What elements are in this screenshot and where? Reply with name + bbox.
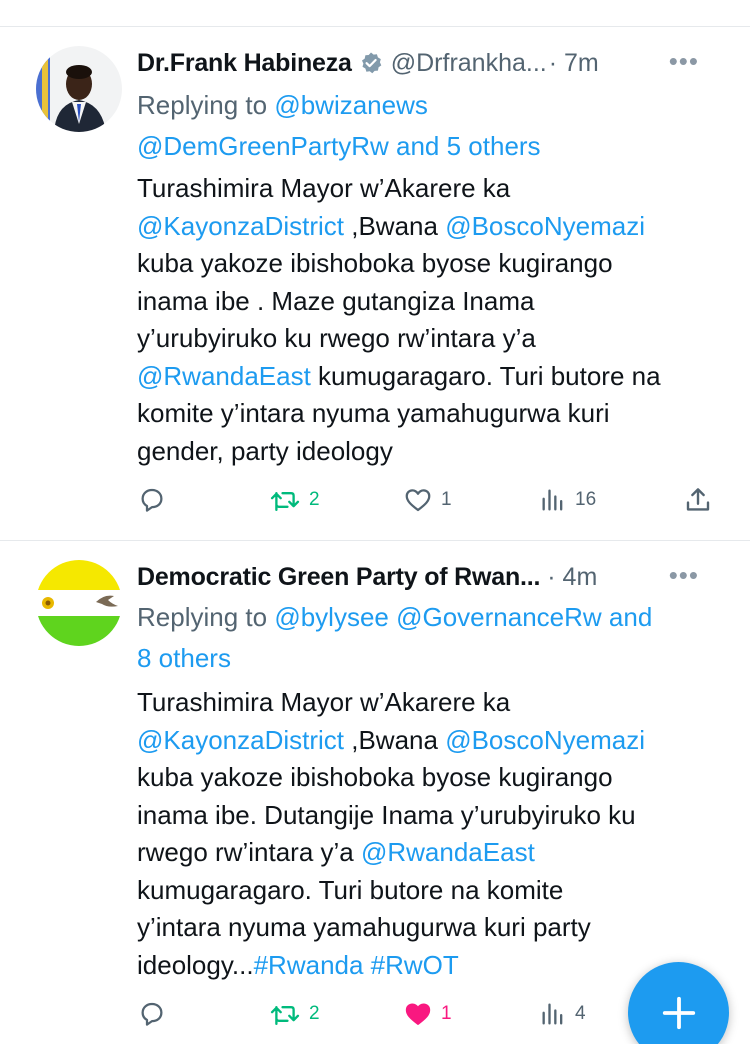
- hashtag-link[interactable]: #Rwanda #RwOT: [254, 950, 459, 980]
- author-name[interactable]: Dr.Frank Habineza: [137, 49, 352, 78]
- replying-to: Replying to @bylysee @GovernanceRw and 8…: [137, 597, 722, 679]
- tweet-text-fragment: rwego rw’intara y’a: [137, 837, 361, 867]
- mention-link[interactable]: @DemGreenPartyRw and 5 others: [137, 131, 541, 161]
- retweet-icon: [270, 492, 300, 512]
- mention-link[interactable]: @BoscoNyemazi: [445, 211, 645, 241]
- reply-icon: [141, 488, 163, 512]
- tweet-text-line: gender, party ideology: [137, 435, 393, 466]
- verified-badge-icon: [359, 51, 383, 75]
- tweet-timestamp[interactable]: · 7m: [549, 49, 599, 78]
- retweet-count: 2: [309, 1003, 320, 1024]
- author-handle[interactable]: @Drfrankha...: [391, 49, 547, 78]
- mention-link[interactable]: @RwandaEast: [137, 361, 311, 391]
- like-button[interactable]: 1: [403, 482, 452, 518]
- tweet-text-line: komite y’intara nyuma yamahugurwa kuri: [137, 398, 610, 428]
- tweet-text-line: kuba yakoze ibishoboka byose kugirango: [137, 248, 613, 278]
- tweet-text-fragment: ,Bwana: [344, 724, 446, 755]
- views-button[interactable]: 4: [539, 996, 586, 1032]
- views-chart-icon: [542, 489, 563, 511]
- mention-link[interactable]: 8 others: [137, 643, 231, 673]
- heart-icon: [405, 489, 431, 512]
- reply-icon: [141, 1002, 163, 1026]
- avatar[interactable]: [36, 560, 122, 646]
- tweet-text-line: @KayonzaDistrict ,Bwana @BoscoNyemazi: [137, 722, 737, 760]
- mention-link[interactable]: @BoscoNyemazi: [445, 725, 645, 755]
- replying-to: Replying to @bwizanews @DemGreenPartyRw …: [137, 85, 722, 167]
- replying-label: Replying to: [137, 90, 268, 120]
- tweet-text-line: Turashimira Mayor w’Akarere ka: [137, 173, 511, 203]
- tweet-text-line: y’urubyiruko ku rwego rw’intara y’a: [137, 323, 536, 353]
- tweet-text-line: Turashimira Mayor w’Akarere ka: [137, 687, 511, 717]
- views-chart-icon: [542, 1003, 563, 1025]
- like-count: 1: [441, 1003, 452, 1024]
- tweet-text-line: kumugaragaro. Turi butore na komite: [137, 874, 564, 905]
- party-logo: [36, 560, 122, 646]
- tweet-text-line: @KayonzaDistrict ,Bwana @BoscoNyemazi: [137, 208, 737, 246]
- avatar[interactable]: [36, 46, 122, 132]
- tweet-text-line: kuba yakoze ibishoboka byose kugirango: [137, 762, 613, 792]
- retweet-button[interactable]: 2: [269, 996, 320, 1032]
- tweet-text: Turashimira Mayor w’Akarere ka @KayonzaD…: [137, 684, 737, 984]
- tweet-text-line: rwego rw’intara y’a @RwandaEast: [137, 834, 737, 872]
- tweet-text-line: inama ibe . Maze gutangiza Inama: [137, 285, 535, 316]
- tweet-text: Turashimira Mayor w’Akarere ka @KayonzaD…: [137, 170, 737, 470]
- avatar-photo: [36, 46, 122, 132]
- tweet-timestamp[interactable]: · 4m: [547, 563, 597, 592]
- share-button[interactable]: [683, 482, 713, 518]
- author-name[interactable]: Democratic Green Party of Rwan...: [137, 563, 540, 592]
- tweet-text-line: inama ibe. Dutangije Inama y’urubyiruko …: [137, 799, 636, 830]
- reply-button[interactable]: [137, 482, 175, 518]
- mention-link[interactable]: @bylysee @GovernanceRw and: [274, 602, 652, 632]
- mention-link[interactable]: @KayonzaDistrict: [137, 725, 344, 755]
- share-icon: [686, 488, 710, 511]
- heart-filled-icon: [405, 1003, 431, 1025]
- more-horizontal-icon[interactable]: •••: [669, 560, 699, 590]
- retweet-icon: [270, 1006, 300, 1026]
- retweet-button[interactable]: 2: [269, 482, 320, 518]
- tweet-header: Democratic Green Party of Rwan... · 4m •…: [137, 560, 737, 594]
- tweet-header: Dr.Frank Habineza @Drfrankha... · 7m •••: [137, 46, 737, 80]
- views-count: 16: [575, 489, 597, 510]
- mention-link[interactable]: @RwandaEast: [361, 837, 535, 867]
- replying-label: Replying to: [137, 602, 268, 632]
- views-count: 4: [575, 1003, 586, 1024]
- plus-icon: [662, 996, 695, 1029]
- tweet-text-fragment: kumugaragaro. Turi butore na: [310, 360, 661, 391]
- like-count: 1: [441, 489, 452, 510]
- tweet-actions: 2 1 16: [137, 482, 717, 518]
- views-button[interactable]: 16: [539, 482, 596, 518]
- tweet-text-fragment: ideology...: [137, 949, 254, 980]
- tweet-divider: [0, 540, 750, 541]
- tweet-text-fragment: ,Bwana: [344, 210, 446, 241]
- reply-button[interactable]: [137, 996, 175, 1032]
- like-button[interactable]: 1: [403, 996, 452, 1032]
- more-horizontal-icon[interactable]: •••: [669, 46, 699, 76]
- mention-link[interactable]: @KayonzaDistrict: [137, 211, 344, 241]
- mention-link[interactable]: @bwizanews: [274, 90, 428, 120]
- top-divider: [0, 26, 750, 27]
- tweet-text-line: y’intara nyuma yamahugurwa kuri party: [137, 912, 591, 942]
- retweet-count: 2: [309, 489, 320, 510]
- tweet-text-line: @RwandaEast kumugaragaro. Turi butore na: [137, 358, 737, 396]
